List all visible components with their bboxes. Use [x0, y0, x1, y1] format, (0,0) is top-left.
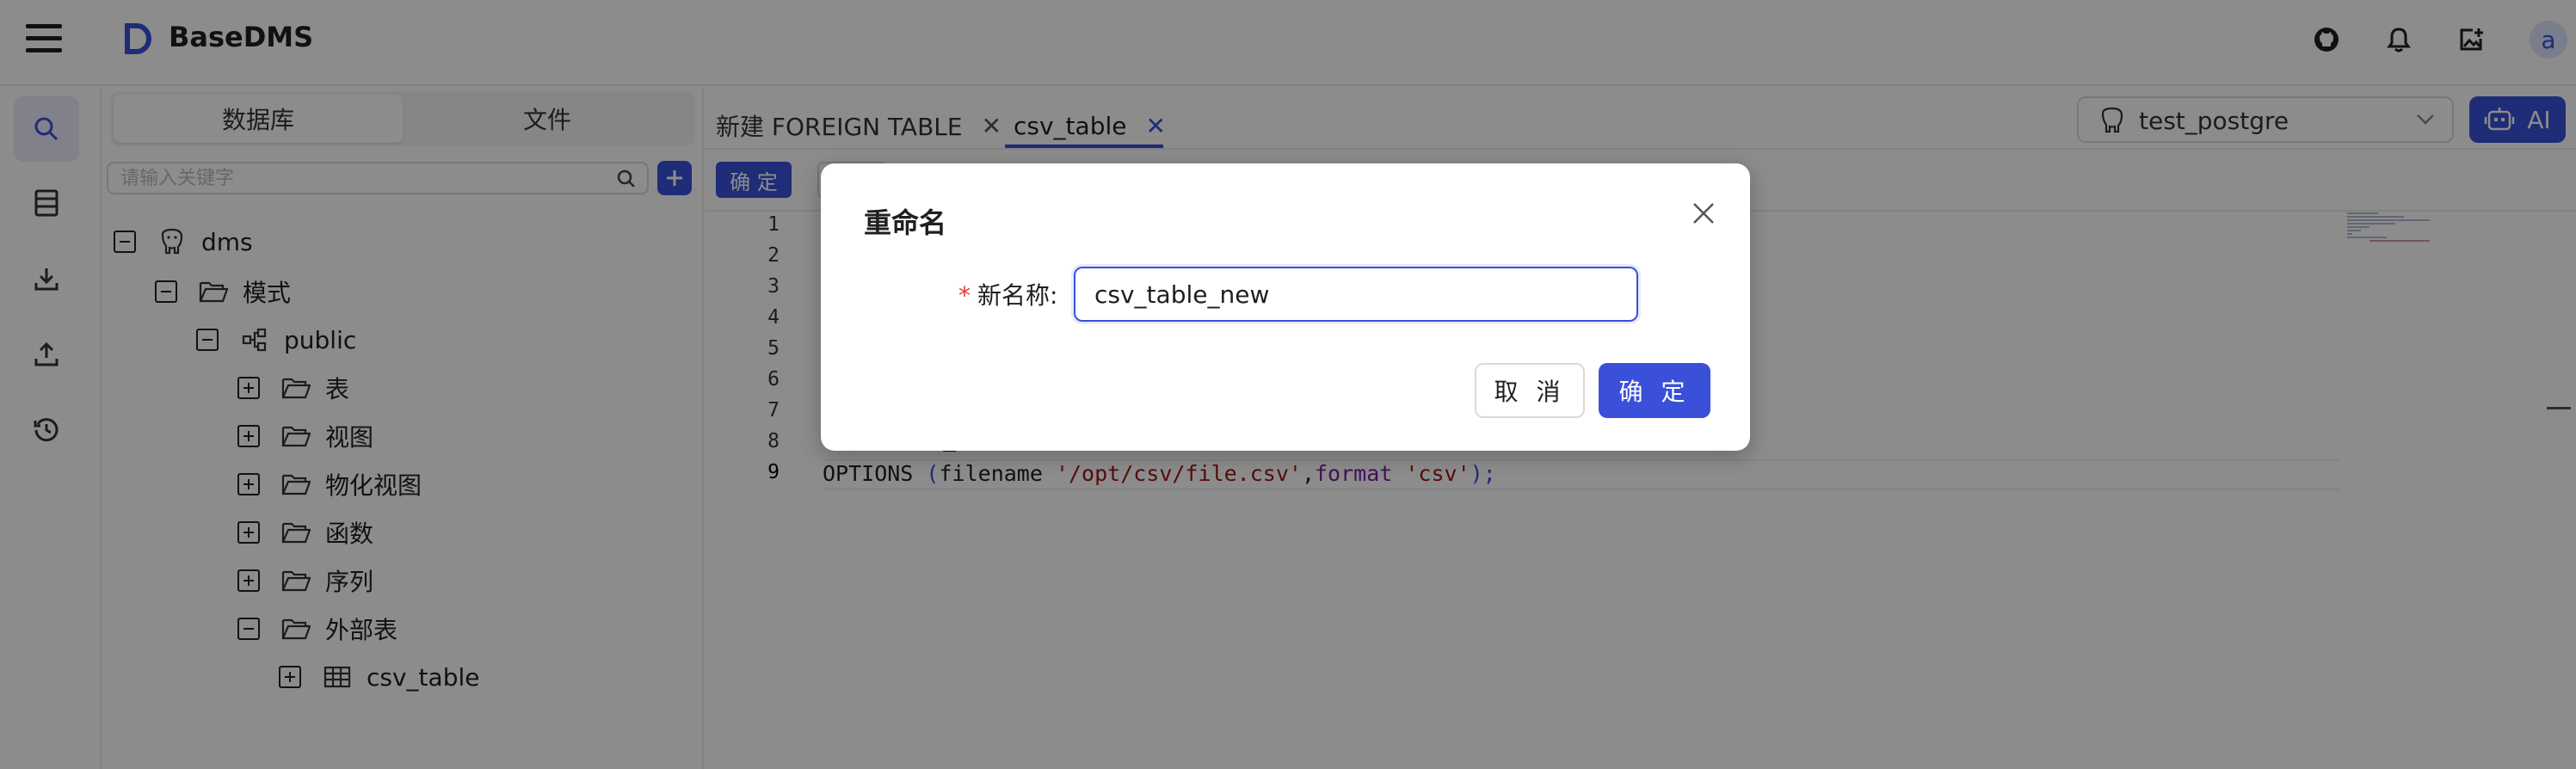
required-marker: *	[958, 281, 971, 310]
ok-button[interactable]: 确 定	[1599, 363, 1710, 418]
new-name-label-text: 新名称:	[977, 281, 1058, 310]
dialog-title: 重命名	[864, 206, 947, 239]
cancel-button[interactable]: 取 消	[1475, 363, 1585, 418]
close-icon[interactable]	[1686, 196, 1721, 231]
rename-dialog: 重命名 *新名称: 取 消 确 定	[821, 163, 1750, 451]
new-name-label: * 新名称:	[958, 277, 1057, 311]
new-name-input[interactable]	[1074, 267, 1638, 322]
